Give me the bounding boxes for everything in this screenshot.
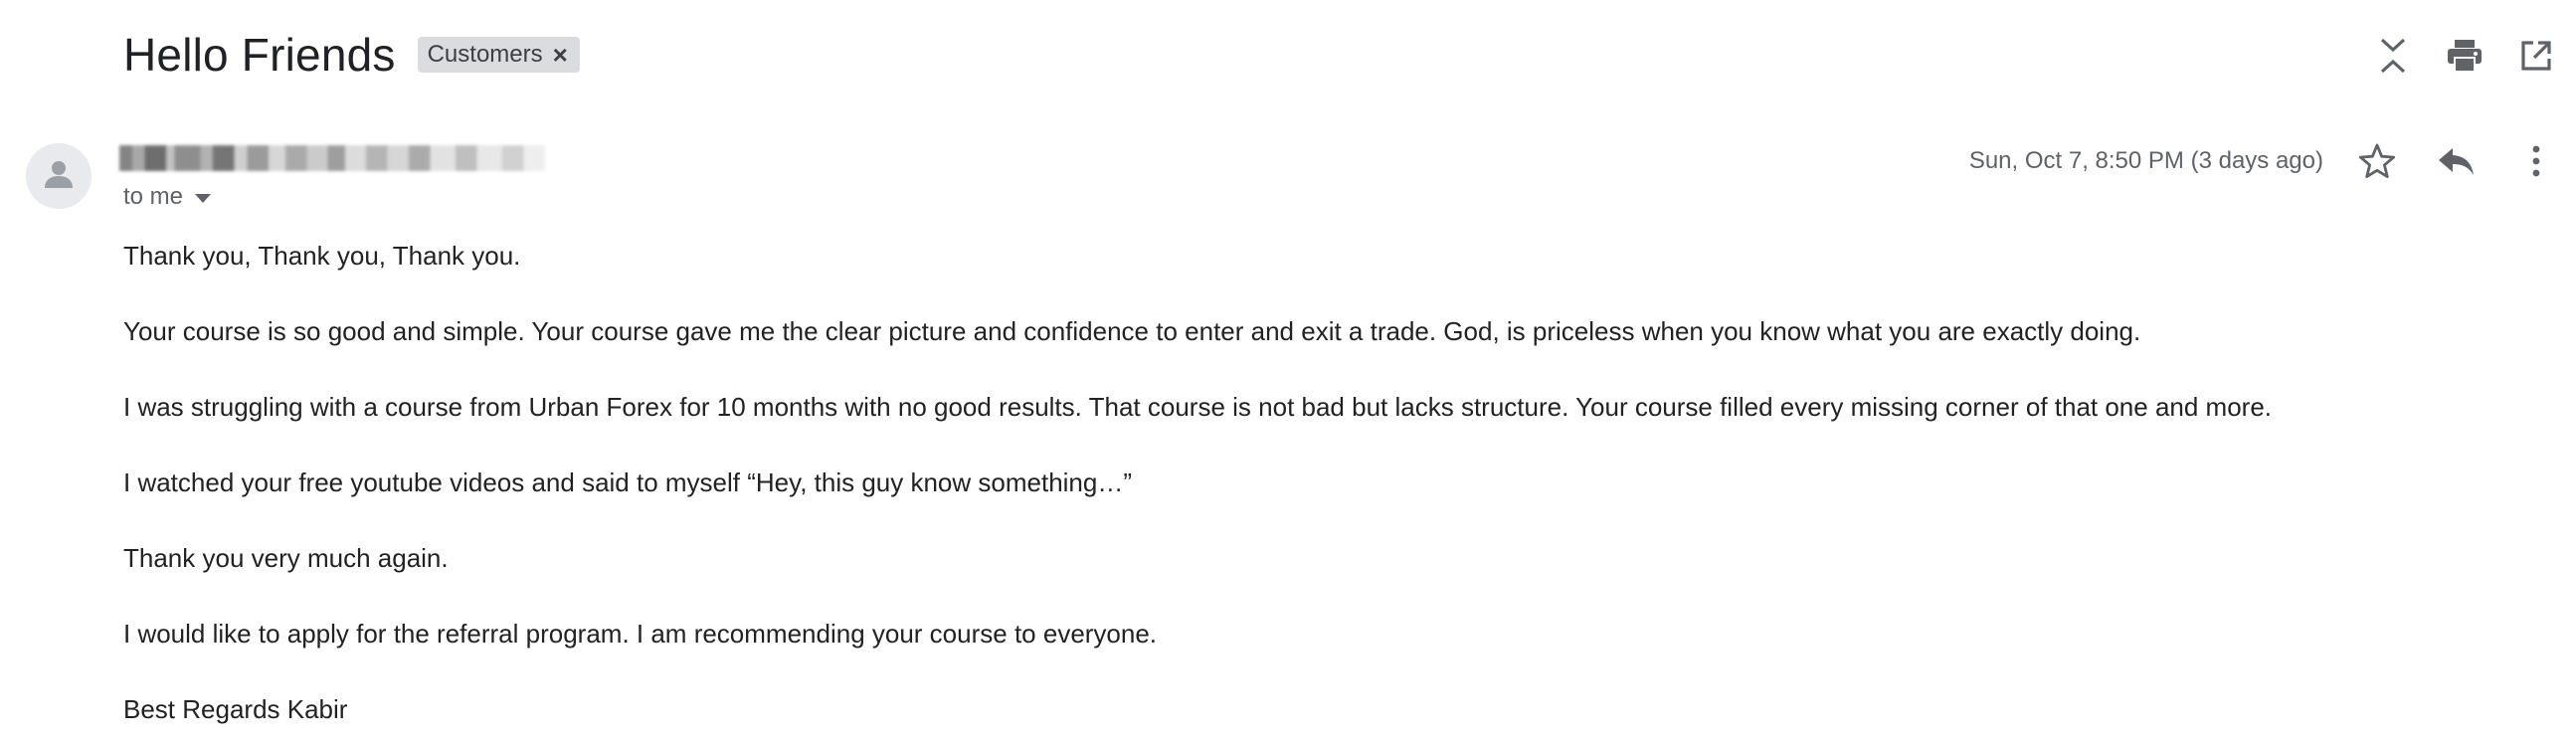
sender-name-redacted[interactable]	[119, 145, 545, 171]
body-paragraph: Thank you very much again.	[123, 543, 449, 573]
body-paragraph: Your course is so good and simple. Your …	[123, 316, 2141, 346]
body-paragraph: I was struggling with a course from Urba…	[123, 392, 2273, 422]
remove-label-icon[interactable]: ×	[553, 40, 568, 71]
body-paragraph: I would like to apply for the referral p…	[123, 619, 1158, 649]
email-subject: Hello Friends	[123, 29, 396, 81]
email-view: Hello Friends Customers × to me Sun, Oct…	[0, 0, 2576, 746]
collapse-all-icon[interactable]	[2369, 32, 2417, 80]
open-in-new-window-icon[interactable]	[2512, 32, 2560, 80]
label-chip-text: Customers	[427, 41, 543, 68]
recipient-details-toggle[interactable]: to me	[123, 183, 212, 211]
body-paragraph: I watched your free youtube videos and s…	[123, 467, 1133, 497]
recipient-label: to me	[123, 183, 184, 210]
print-icon[interactable]	[2441, 32, 2488, 80]
reply-icon[interactable]	[2433, 137, 2481, 185]
message-meta: Sun, Oct 7, 8:50 PM (3 days ago)	[1969, 137, 2560, 185]
default-avatar-icon	[44, 159, 74, 194]
thread-actions	[2345, 32, 2560, 80]
more-vert-icon[interactable]	[2512, 137, 2560, 185]
caret-down-icon	[195, 193, 212, 203]
signature: Best Regards Kabir	[123, 694, 348, 724]
star-icon[interactable]	[2353, 137, 2401, 185]
label-chip-customers[interactable]: Customers ×	[417, 37, 580, 73]
message-body: Thank you, Thank you, Thank you. Your co…	[123, 237, 2510, 746]
message-date: Sun, Oct 7, 8:50 PM (3 days ago)	[1968, 147, 2323, 174]
body-paragraph: Thank you, Thank you, Thank you.	[123, 241, 521, 271]
subject-row: Hello Friends Customers ×	[123, 26, 580, 84]
avatar[interactable]	[26, 143, 92, 209]
